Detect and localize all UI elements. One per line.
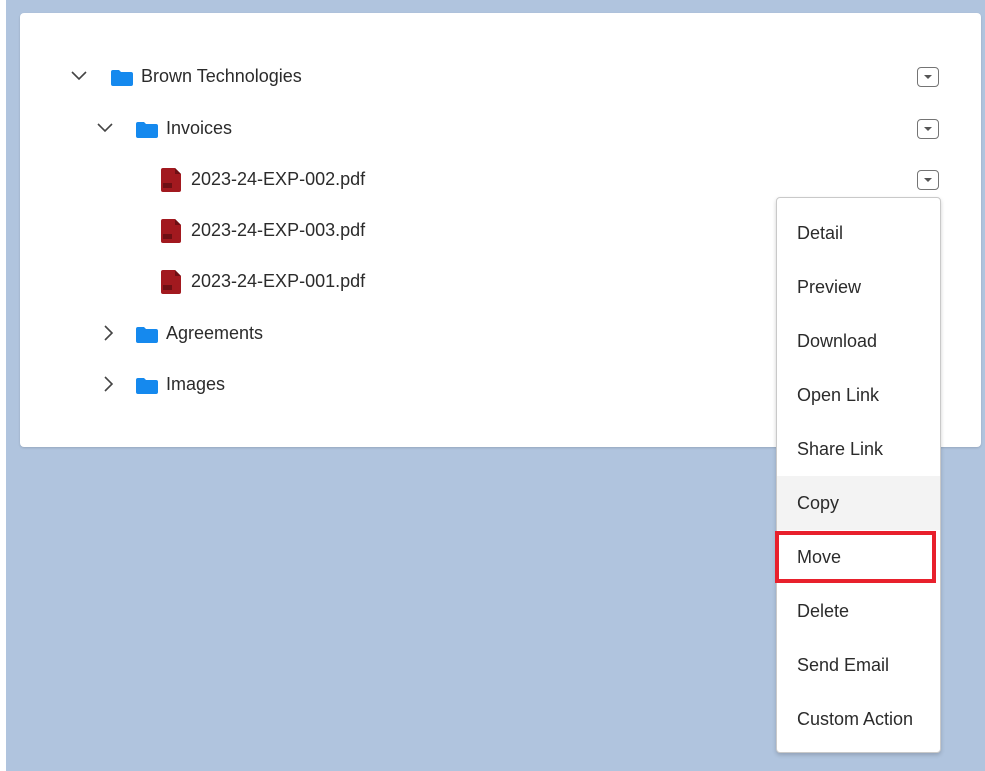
menu-item-send-email[interactable]: Send Email [777,638,940,692]
menu-item-preview[interactable]: Preview [777,260,940,314]
menu-item-delete[interactable]: Delete [777,584,940,638]
chevron-down-icon[interactable] [70,67,88,85]
menu-item-open-link[interactable]: Open Link [777,368,940,422]
menu-item-detail[interactable]: Detail [777,206,940,260]
folder-icon [136,122,158,138]
chevron-right-icon[interactable] [100,375,118,393]
folder-icon [136,327,158,343]
menu-item-download[interactable]: Download [777,314,940,368]
chevron-right-icon[interactable] [100,324,118,342]
tree-node-label: Brown Technologies [141,66,302,86]
folder-icon [136,378,158,394]
file-label: 2023-24-EXP-003.pdf [191,220,366,240]
pdf-icon [161,219,181,243]
dropdown-icon[interactable] [917,67,939,87]
dropdown-icon[interactable] [917,119,939,139]
file-label: 2023-24-EXP-002.pdf [191,169,366,189]
menu-item-copy[interactable]: Copy [777,476,940,530]
left-edge [0,0,6,771]
dropdown-icon[interactable] [917,170,939,190]
tree-node-label: Images [166,374,226,394]
pdf-icon [161,168,181,192]
tree-node-brown-technologies[interactable]: Brown Technologies [20,57,981,97]
pdf-icon [161,270,181,294]
menu-item-share-link[interactable]: Share Link [777,422,940,476]
menu-item-custom-action[interactable]: Custom Action [777,692,940,746]
file-label: 2023-24-EXP-001.pdf [191,271,366,291]
move-highlight-box [775,531,936,583]
tree-node-invoices[interactable]: Invoices [20,109,981,149]
tree-node-label: Invoices [166,118,233,138]
tree-node-label: Agreements [166,323,264,343]
folder-icon [111,70,133,86]
chevron-down-icon[interactable] [96,119,114,137]
context-menu: Detail Preview Download Open Link Share … [776,197,941,753]
tree-file-2023-24-exp-002[interactable]: 2023-24-EXP-002.pdf [20,160,981,200]
